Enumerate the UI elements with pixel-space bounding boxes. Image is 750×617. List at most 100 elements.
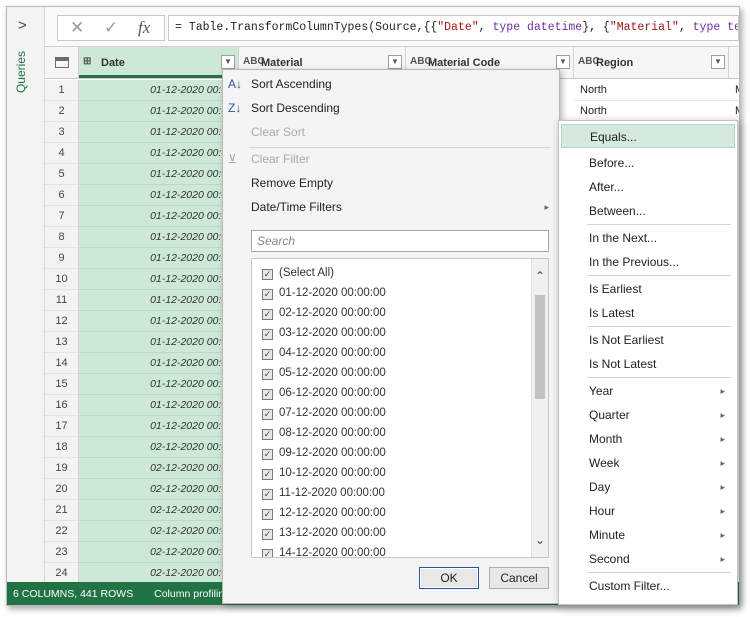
submenu-item-is-latest[interactable]: Is Latest (559, 301, 737, 325)
row-number[interactable]: 15 (45, 374, 79, 395)
submenu-item-hour[interactable]: Hour ▸ (559, 499, 737, 523)
datetime-filters-item[interactable]: Date/Time Filters ▸ (223, 196, 559, 219)
checkbox-checked-icon[interactable]: ✓ (262, 309, 273, 320)
row-number[interactable]: 13 (45, 332, 79, 353)
checkbox-checked-icon[interactable]: ✓ (262, 469, 273, 480)
scroll-up-icon[interactable]: ⌃ (535, 269, 545, 283)
cell-date[interactable]: 02-12-2020 00:00 (79, 458, 239, 479)
cell-date[interactable]: 01-12-2020 00:00 (79, 227, 239, 248)
filter-dropdown-icon[interactable]: ▼ (711, 55, 725, 69)
cell-region[interactable]: North (574, 101, 729, 122)
submenu-item-day[interactable]: Day ▸ (559, 475, 737, 499)
filter-value-item[interactable]: ✓ 12-12-2020 00:00:00 (262, 503, 386, 523)
row-number[interactable]: 22 (45, 521, 79, 542)
column-header-date[interactable]: ⊞ Date ▼ (79, 47, 239, 78)
cell-date[interactable]: 01-12-2020 00:00 (79, 269, 239, 290)
row-number[interactable]: 12 (45, 311, 79, 332)
checkbox-checked-icon[interactable]: ✓ (262, 269, 273, 280)
cell-date[interactable]: 01-12-2020 00:00 (79, 185, 239, 206)
filter-search-input[interactable]: Search (251, 230, 549, 252)
row-number[interactable]: 7 (45, 206, 79, 227)
row-number[interactable]: 10 (45, 269, 79, 290)
submenu-item-in-the-previous[interactable]: In the Previous... (559, 250, 737, 274)
column-header-region[interactable]: ABC Region ▼ (574, 47, 729, 78)
checkbox-checked-icon[interactable]: ✓ (262, 329, 273, 340)
cell-date[interactable]: 02-12-2020 00:00 (79, 563, 239, 584)
submenu-item-before[interactable]: Before... (559, 151, 737, 175)
submenu-item-year[interactable]: Year ▸ (559, 379, 737, 403)
checkbox-checked-icon[interactable]: ✓ (262, 509, 273, 520)
submenu-item-equals[interactable]: Equals... (561, 124, 735, 148)
submenu-item-is-earliest[interactable]: Is Earliest (559, 277, 737, 301)
ok-button[interactable]: OK (419, 567, 479, 589)
checkbox-checked-icon[interactable]: ✓ (262, 549, 273, 557)
queries-label[interactable]: Queries (14, 51, 28, 93)
table-menu-button[interactable] (45, 47, 79, 78)
cell-date[interactable]: 01-12-2020 00:00 (79, 143, 239, 164)
submenu-item-month[interactable]: Month ▸ (559, 427, 737, 451)
submenu-item-week[interactable]: Week ▸ (559, 451, 737, 475)
submenu-item-quarter[interactable]: Quarter ▸ (559, 403, 737, 427)
checkbox-checked-icon[interactable]: ✓ (262, 369, 273, 380)
row-number[interactable]: 6 (45, 185, 79, 206)
clear-sort-item[interactable]: Clear Sort (223, 121, 559, 144)
cell-date[interactable]: 01-12-2020 00:00 (79, 332, 239, 353)
filter-value-item[interactable]: ✓ 05-12-2020 00:00:00 (262, 363, 386, 383)
filter-value-item[interactable]: ✓ 07-12-2020 00:00:00 (262, 403, 386, 423)
row-number[interactable]: 8 (45, 227, 79, 248)
checkbox-checked-icon[interactable]: ✓ (262, 389, 273, 400)
row-number[interactable]: 18 (45, 437, 79, 458)
filter-value-item[interactable]: ✓ 03-12-2020 00:00:00 (262, 323, 386, 343)
row-number[interactable]: 24 (45, 563, 79, 584)
row-number[interactable]: 5 (45, 164, 79, 185)
filter-value-item[interactable]: ✓ 11-12-2020 00:00:00 (262, 483, 385, 503)
cell-date[interactable]: 02-12-2020 00:00 (79, 542, 239, 563)
row-number[interactable]: 3 (45, 122, 79, 143)
row-number[interactable]: 20 (45, 479, 79, 500)
submenu-item-in-the-next[interactable]: In the Next... (559, 226, 737, 250)
cell-date[interactable]: 01-12-2020 00:00 (79, 395, 239, 416)
row-number[interactable]: 19 (45, 458, 79, 479)
cancel-formula-icon[interactable]: ✕ (70, 18, 84, 38)
sort-ascending-item[interactable]: A↓ Sort Ascending (223, 73, 559, 96)
checkbox-checked-icon[interactable]: ✓ (262, 409, 273, 420)
cell-date[interactable]: 01-12-2020 00:00 (79, 101, 239, 122)
formula-input[interactable]: = Table.TransformColumnTypes(Source,{{"D… (168, 15, 739, 41)
filter-value-item[interactable]: ✓ 09-12-2020 00:00:00 (262, 443, 386, 463)
cell-date[interactable]: 01-12-2020 00:00 (79, 80, 239, 101)
fx-icon[interactable]: fx (138, 18, 150, 38)
checkbox-checked-icon[interactable]: ✓ (262, 489, 273, 500)
filter-value-item[interactable]: ✓ 14-12-2020 00:00:00 (262, 543, 386, 557)
checkbox-checked-icon[interactable]: ✓ (262, 289, 273, 300)
cell-date[interactable]: 02-12-2020 00:00 (79, 521, 239, 542)
row-number[interactable]: 11 (45, 290, 79, 311)
row-number[interactable]: 4 (45, 143, 79, 164)
filter-value-item[interactable]: ✓ 01-12-2020 00:00:00 (262, 283, 386, 303)
cell-next-column[interactable]: Mic (729, 80, 739, 101)
submenu-item-between[interactable]: Between... (559, 199, 737, 223)
sort-descending-item[interactable]: Z↓ Sort Descending (223, 97, 559, 120)
cell-date[interactable]: 02-12-2020 00:00 (79, 500, 239, 521)
row-number[interactable]: 9 (45, 248, 79, 269)
cell-date[interactable]: 01-12-2020 00:00 (79, 122, 239, 143)
cell-date[interactable]: 01-12-2020 00:00 (79, 248, 239, 269)
row-number[interactable]: 16 (45, 395, 79, 416)
filter-list-scrollbar[interactable]: ⌃ ⌄ (531, 259, 548, 557)
cell-next-column[interactable]: Mic (729, 101, 739, 122)
select-all-checkbox-item[interactable]: ✓ (Select All) (262, 263, 334, 283)
filter-dropdown-icon[interactable]: ▼ (221, 55, 235, 69)
row-number[interactable]: 21 (45, 500, 79, 521)
row-number[interactable]: 17 (45, 416, 79, 437)
cell-date[interactable]: 01-12-2020 00:00 (79, 290, 239, 311)
column-header-next[interactable] (729, 47, 739, 78)
datetime-type-icon[interactable]: ⊞ (83, 56, 91, 67)
filter-value-item[interactable]: ✓ 08-12-2020 00:00:00 (262, 423, 386, 443)
cell-date[interactable]: 02-12-2020 00:00 (79, 437, 239, 458)
submenu-item-is-not-latest[interactable]: Is Not Latest (559, 352, 737, 376)
checkbox-checked-icon[interactable]: ✓ (262, 449, 273, 460)
cell-date[interactable]: 01-12-2020 00:00 (79, 164, 239, 185)
cell-date[interactable]: 01-12-2020 00:00 (79, 311, 239, 332)
cancel-button[interactable]: Cancel (489, 567, 549, 589)
cell-date[interactable]: 01-12-2020 00:00 (79, 374, 239, 395)
column-profiling-status[interactable]: Column profiling (154, 588, 230, 600)
